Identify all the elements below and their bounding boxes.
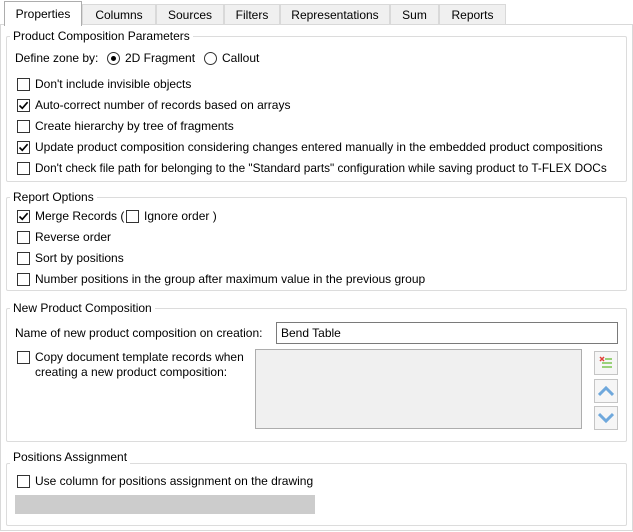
tab-label: Columns [95, 7, 143, 22]
use-column-label: Use column for positions assignment on t… [35, 474, 314, 488]
merge-records-label: Merge Records ( [35, 209, 125, 223]
ignore-order-checkbox[interactable] [126, 210, 139, 223]
dont-check-file-path-checkbox[interactable] [17, 162, 30, 175]
check-icon [18, 143, 29, 152]
tab-columns[interactable]: Columns [82, 4, 156, 24]
number-positions-label: Number positions in the group after maxi… [35, 272, 426, 286]
use-column-checkbox[interactable] [17, 475, 30, 488]
reverse-order-checkbox[interactable] [17, 231, 30, 244]
report-options-title: Report Options [10, 190, 97, 204]
create-hierarchy-checkbox[interactable] [17, 120, 30, 133]
arrow-down-icon [598, 412, 614, 424]
merge-records-checkbox[interactable] [17, 210, 30, 223]
radio-callout-label: Callout [222, 51, 260, 65]
delete-list-button[interactable] [594, 351, 618, 375]
tab-label: Reports [451, 7, 494, 22]
positions-column-field [15, 495, 315, 514]
new-composition-name-input[interactable]: Bend Table [276, 322, 618, 344]
check-icon [18, 101, 29, 110]
product-composition-title: Product Composition Parameters [10, 29, 193, 43]
create-hierarchy-label: Create hierarchy by tree of fragments [35, 119, 234, 133]
copy-template-label-line2: creating a new product composition: [35, 365, 228, 379]
dont-check-file-path-label: Don't check file path for belonging to t… [35, 161, 607, 175]
tab-representations[interactable]: Representations [280, 4, 390, 24]
define-zone-label: Define zone by: [15, 51, 99, 65]
new-product-composition-title: New Product Composition [10, 301, 155, 315]
ignore-order-label: Ignore order ) [144, 209, 217, 223]
number-positions-checkbox[interactable] [17, 273, 30, 286]
tab-properties[interactable]: Properties [4, 1, 82, 26]
reverse-order-label: Reverse order [35, 230, 112, 244]
positions-assignment-title: Positions Assignment [10, 450, 131, 464]
radio-2d-fragment-label: 2D Fragment [125, 51, 196, 65]
move-up-button[interactable] [594, 379, 618, 403]
tab-label: Properties [15, 7, 71, 21]
tab-sources[interactable]: Sources [156, 4, 224, 24]
sort-by-positions-label: Sort by positions [35, 251, 124, 265]
move-down-button[interactable] [594, 406, 618, 430]
template-records-list[interactable] [255, 349, 582, 429]
tab-label: Representations [291, 7, 379, 22]
copy-template-checkbox[interactable] [17, 351, 30, 364]
tab-label: Filters [235, 7, 269, 22]
tab-filters[interactable]: Filters [224, 4, 280, 24]
auto-correct-label: Auto-correct number of records based on … [35, 98, 291, 112]
sort-by-positions-checkbox[interactable] [17, 252, 30, 265]
dont-include-invisible-label: Don't include invisible objects [35, 77, 192, 91]
arrow-up-icon [598, 385, 614, 397]
copy-template-label-line1: Copy document template records when [35, 350, 244, 364]
check-icon [18, 212, 29, 221]
dont-include-invisible-checkbox[interactable] [17, 78, 30, 91]
radio-2d-fragment[interactable] [107, 52, 120, 65]
update-composition-checkbox[interactable] [17, 141, 30, 154]
radio-callout[interactable] [204, 52, 217, 65]
update-composition-label: Update product composition considering c… [35, 140, 603, 154]
tab-label: Sum [402, 7, 427, 22]
delete-list-icon [599, 356, 612, 368]
tab-sum[interactable]: Sum [390, 4, 439, 24]
auto-correct-checkbox[interactable] [17, 99, 30, 112]
tab-reports[interactable]: Reports [439, 4, 506, 24]
new-composition-name-label: Name of new product composition on creat… [15, 326, 263, 340]
tab-label: Sources [167, 7, 213, 22]
